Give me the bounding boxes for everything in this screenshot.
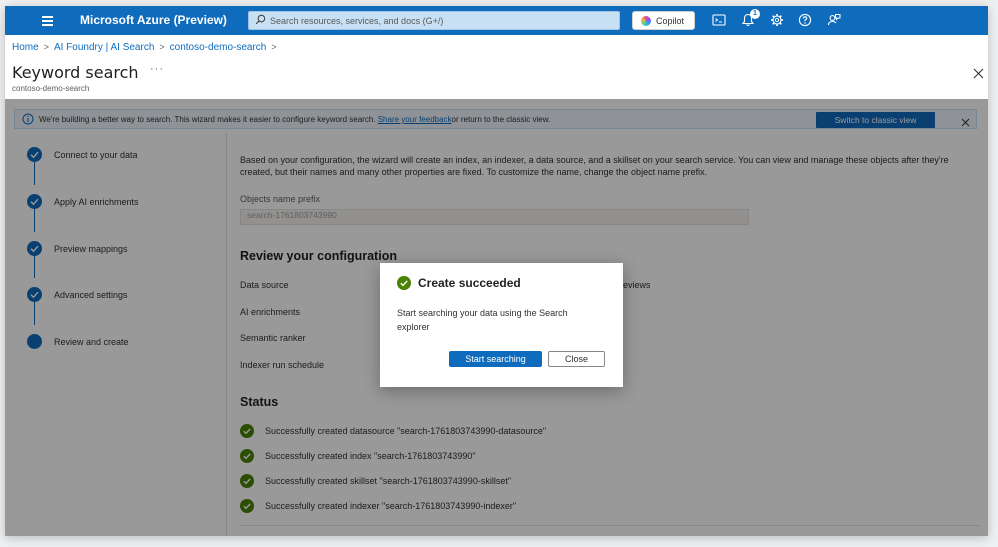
portal-brand[interactable]: Microsoft Azure (Preview) — [80, 13, 227, 27]
copilot-icon — [641, 16, 651, 26]
breadcrumb: Home > AI Foundry | AI Search > contoso-demo… — [12, 42, 282, 53]
copilot-button[interactable]: Copilot — [632, 11, 695, 30]
more-options-button[interactable]: ··· — [150, 63, 164, 75]
top-navigation-bar: Microsoft Azure (Preview) Copilot — [5, 6, 988, 35]
help-icon — [798, 13, 812, 27]
create-succeeded-dialog: Create succeeded Start searching your da… — [380, 263, 623, 387]
feedback-person-icon — [827, 14, 841, 26]
close-icon — [973, 68, 984, 79]
chevron-right-icon: > — [43, 42, 49, 52]
close-dialog-button[interactable]: Close — [548, 351, 605, 367]
close-blade-button[interactable] — [973, 66, 984, 84]
help-button[interactable] — [797, 12, 815, 30]
breadcrumb-search-service[interactable]: contoso-demo-search — [170, 42, 267, 53]
dialog-message: Start searching your data using the Sear… — [397, 308, 568, 332]
copilot-label: Copilot — [656, 16, 685, 26]
gear-icon — [771, 14, 783, 26]
breadcrumb-home[interactable]: Home — [12, 42, 39, 53]
page-subtitle: contoso-demo-search — [12, 84, 90, 93]
azure-portal-window: Microsoft Azure (Preview) Copilot — [5, 6, 988, 536]
terminal-icon — [712, 14, 726, 26]
page-title: Keyword search — [12, 63, 139, 82]
feedback-button[interactable] — [826, 12, 844, 30]
start-searching-button[interactable]: Start searching — [449, 351, 542, 367]
chevron-right-icon: > — [271, 42, 277, 52]
cloud-shell-button[interactable] — [711, 12, 729, 30]
settings-button[interactable] — [769, 12, 787, 30]
wizard-content: We're building a better way to search. T… — [5, 99, 988, 536]
chevron-right-icon: > — [159, 42, 165, 52]
portal-menu-button[interactable] — [37, 12, 59, 29]
notifications-button[interactable]: 1 — [740, 9, 760, 30]
search-icon — [255, 14, 266, 25]
hamburger-icon — [42, 16, 53, 18]
global-search-box[interactable] — [248, 11, 620, 30]
notification-count-badge: 1 — [750, 9, 760, 19]
dialog-title: Create succeeded — [418, 276, 521, 290]
breadcrumb-ai-foundry[interactable]: AI Foundry | AI Search — [54, 42, 154, 53]
global-search-input[interactable] — [270, 13, 610, 28]
success-check-icon — [397, 276, 411, 290]
